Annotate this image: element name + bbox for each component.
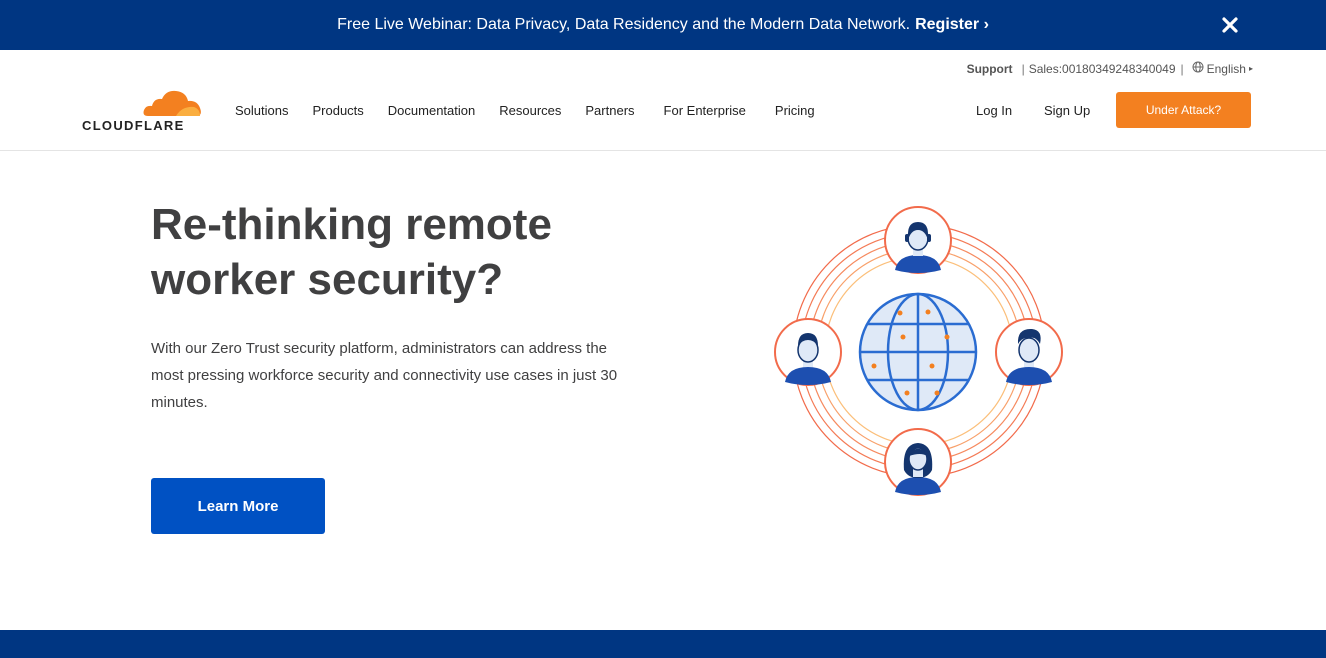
main-nav: Solutions Products Documentation Resourc… — [235, 103, 815, 118]
hero-title-line2: worker security? — [151, 255, 504, 304]
banner-text: Free Live Webinar: Data Privacy, Data Re… — [337, 16, 911, 33]
logo-text: CLOUDFLARE — [82, 118, 185, 133]
avatar-right — [995, 318, 1063, 386]
footer-band — [0, 630, 1326, 658]
language-selector[interactable]: English ▸ — [1192, 61, 1253, 76]
support-link[interactable]: Support — [967, 62, 1013, 76]
zero-trust-illustration — [770, 200, 1070, 500]
globe-icon — [858, 292, 978, 412]
sales-phone[interactable]: Sales:00180349248340049 — [1029, 62, 1176, 76]
login-link[interactable]: Log In — [976, 103, 1012, 118]
under-attack-button[interactable]: Under Attack? — [1116, 92, 1251, 128]
hero-title-line1: Re-thinking remote — [151, 200, 552, 249]
avatar-bottom — [884, 428, 952, 496]
utility-bar: Support | Sales:00180349248340049 | Engl… — [967, 61, 1253, 76]
globe-icon — [1192, 61, 1204, 76]
nav-resources[interactable]: Resources — [499, 103, 561, 118]
divider: | — [1180, 61, 1184, 76]
divider: | — [1021, 61, 1025, 76]
avatar-left — [774, 318, 842, 386]
header-divider — [0, 150, 1326, 151]
nav-products[interactable]: Products — [312, 103, 363, 118]
nav-pricing[interactable]: Pricing — [775, 103, 815, 118]
nav-partners[interactable]: Partners — [585, 103, 634, 118]
nav-documentation[interactable]: Documentation — [388, 103, 475, 118]
signup-link[interactable]: Sign Up — [1044, 103, 1090, 118]
hero-title: Re-thinking remote worker security? — [151, 197, 671, 307]
learn-more-button[interactable]: Learn More — [151, 478, 325, 534]
chevron-down-icon: ▸ — [1248, 64, 1253, 73]
hero-description: With our Zero Trust security platform, a… — [151, 340, 618, 411]
cloudflare-logo[interactable]: CLOUDFLARE — [82, 88, 206, 134]
avatar-top — [884, 206, 952, 274]
webinar-banner: Free Live Webinar: Data Privacy, Data Re… — [0, 0, 1326, 50]
register-link[interactable]: Register › — [915, 16, 989, 34]
cloud-logo-icon — [143, 90, 201, 116]
language-label: English — [1206, 61, 1246, 76]
close-icon[interactable] — [1218, 13, 1242, 37]
nav-solutions[interactable]: Solutions — [235, 103, 288, 118]
nav-for-enterprise[interactable]: For Enterprise — [664, 103, 746, 118]
